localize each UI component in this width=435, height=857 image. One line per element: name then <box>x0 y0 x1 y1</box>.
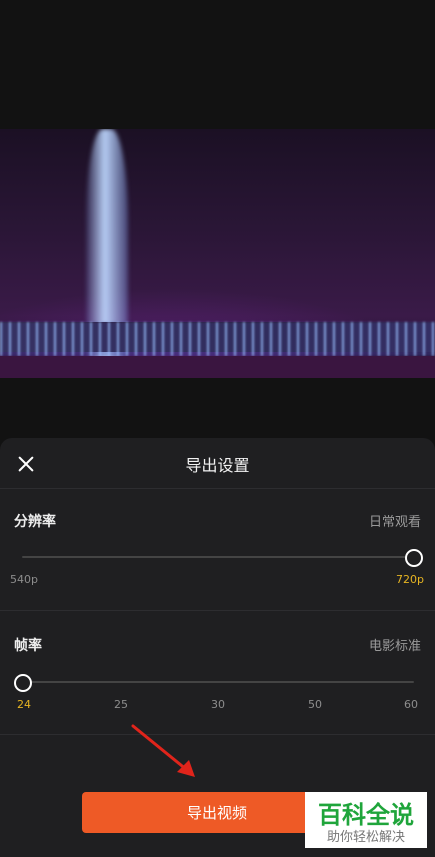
video-preview <box>0 129 435 378</box>
sheet-title: 导出设置 <box>185 456 250 475</box>
framerate-tick-50[interactable]: 50 <box>308 698 322 711</box>
framerate-tick-24[interactable]: 24 <box>17 698 31 711</box>
framerate-slider-track[interactable] <box>22 681 414 683</box>
framerate-tick-60[interactable]: 60 <box>404 698 418 711</box>
framerate-slider-knob[interactable] <box>14 674 32 692</box>
watermark-main-text: 百科全说 <box>318 801 414 829</box>
resolution-label: 分辨率 <box>14 514 56 530</box>
section-divider <box>0 610 435 611</box>
water-surface <box>0 356 435 378</box>
resolution-min-label: 540p <box>10 573 38 586</box>
fountain-lights <box>0 322 435 356</box>
resolution-max-label: 720p <box>396 573 424 586</box>
resolution-slider-knob[interactable] <box>405 549 423 567</box>
header-divider <box>0 488 435 489</box>
framerate-tick-30[interactable]: 30 <box>211 698 225 711</box>
framerate-label: 帧率 <box>14 638 42 654</box>
resolution-hint: 日常观看 <box>368 515 421 530</box>
watermark-sub-text: 助你轻松解决 <box>326 830 405 845</box>
red-arrow-icon <box>131 724 195 777</box>
framerate-hint: 电影标准 <box>368 639 421 654</box>
watermark-logo: 百科全说 助你轻松解决 <box>305 792 427 848</box>
bottom-divider <box>0 734 435 735</box>
resolution-slider-track[interactable] <box>22 556 414 558</box>
framerate-tick-25[interactable]: 25 <box>114 698 128 711</box>
